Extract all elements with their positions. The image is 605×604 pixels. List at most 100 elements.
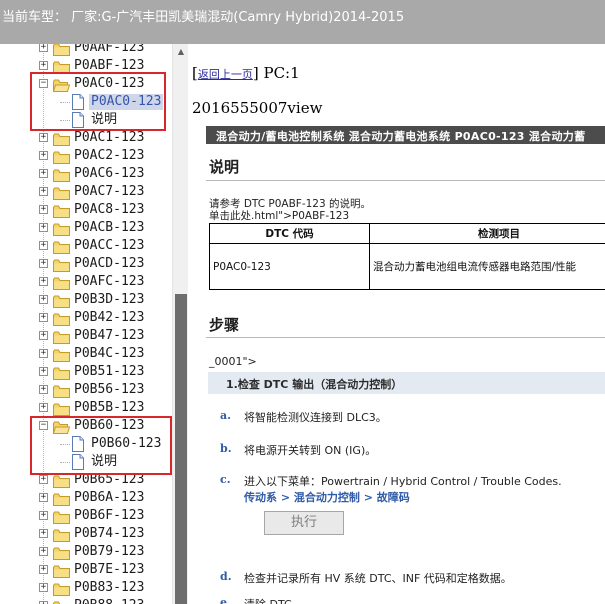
tree-folder-item[interactable]: +P0B88-123 (0, 597, 172, 604)
expand-box-icon[interactable]: + (39, 295, 48, 304)
tree-folder-item[interactable]: + P0B56-123 (0, 381, 172, 399)
tree-folder-item[interactable]: + P0AC8-123 (0, 201, 172, 219)
document-icon (71, 112, 85, 128)
expand-box-icon[interactable]: + (39, 331, 48, 340)
tree-item-label: 说明 (91, 454, 118, 469)
tree-folder-item[interactable]: + P0B51-123 (0, 363, 172, 381)
section-divider (206, 180, 605, 181)
expand-box-icon[interactable]: + (39, 565, 48, 574)
scroll-up-arrow-icon[interactable]: ▲ (173, 44, 188, 60)
tree-folder-item[interactable]: + P0AAF-123 (0, 44, 172, 57)
open-folder-icon (52, 77, 71, 92)
tree-folder-item[interactable]: + P0ABF-123 (0, 57, 172, 75)
folder-icon (53, 293, 70, 308)
detection-item-header: 检测项目 (369, 223, 605, 244)
step-text: 将电源开关转到 ON (IG)。 (244, 444, 377, 457)
tree-folder-item[interactable]: + P0AC6-123 (0, 165, 172, 183)
expand-box-icon[interactable]: + (39, 223, 48, 232)
collapse-box-icon[interactable]: − (39, 421, 48, 430)
tree-item-label: P0ACB-123 (74, 220, 145, 235)
tree-item-label: P0B83-123 (74, 580, 145, 595)
document-icon (71, 454, 85, 470)
folder-icon (53, 509, 70, 524)
tree-folder-item[interactable]: + P0AC2-123 (0, 147, 172, 165)
expand-box-icon[interactable]: + (39, 259, 48, 268)
tree-folder-item[interactable]: + P0B74-123 (0, 525, 172, 543)
tree-item-label: P0AC7-123 (74, 184, 145, 199)
expand-box-icon[interactable]: + (39, 151, 48, 160)
tree-item-label: P0B74-123 (74, 526, 145, 541)
tree-folder-item[interactable]: + P0B47-123 (0, 327, 172, 345)
folder-icon (53, 365, 70, 380)
tree-folder-item[interactable]: + P0ACB-123 (0, 219, 172, 237)
table-row: P0AC0-123 混合动力蓄电池组电流传感器电路范围/性能 (209, 243, 605, 290)
tree-folder-item[interactable]: + P0B4C-123 (0, 345, 172, 363)
folder-icon (53, 563, 70, 578)
tree-folder-item[interactable]: − P0AC0-123 (0, 75, 172, 93)
tree-folder-item[interactable]: + P0AFC-123 (0, 273, 172, 291)
collapse-box-icon[interactable]: − (39, 79, 48, 88)
tree-item-label: P0B4C-123 (74, 346, 145, 361)
step-1-bar: 1.检查 DTC 输出（混合动力控制） (208, 372, 605, 394)
tree-folder-item[interactable]: + P0B6A-123 (0, 489, 172, 507)
tree-folder-item[interactable]: + P0B79-123 (0, 543, 172, 561)
expand-box-icon[interactable]: + (39, 187, 48, 196)
tree-folder-item[interactable]: + P0B42-123 (0, 309, 172, 327)
scrollbar-thumb[interactable] (175, 294, 187, 604)
tree-folder-item[interactable]: + P0B83-123 (0, 579, 172, 597)
model-title-bar: 当前车型： 厂家:G-广汽丰田凯美瑞混动(Camry Hybrid)2014-2… (0, 0, 605, 44)
expand-box-icon[interactable]: + (39, 349, 48, 358)
tree-doc-item[interactable]: P0AC0-123 (0, 93, 172, 111)
folder-icon (53, 203, 70, 218)
tree-folder-item[interactable]: + P0AC1-123 (0, 129, 172, 147)
tree-scrollbar[interactable]: ▲ (172, 44, 188, 604)
document-icon (71, 94, 85, 110)
tree-item-label: P0B65-123 (74, 472, 145, 487)
step-letter: d. (220, 570, 232, 583)
expand-box-icon[interactable]: + (39, 475, 48, 484)
expand-box-icon[interactable]: + (39, 493, 48, 502)
expand-box-icon[interactable]: + (39, 61, 48, 70)
folder-icon (53, 599, 70, 604)
expand-box-icon[interactable]: + (39, 205, 48, 214)
tree-folder-item[interactable]: + P0B65-123 (0, 471, 172, 489)
folder-icon (53, 275, 70, 290)
tree-folder-item[interactable]: + P0AC7-123 (0, 183, 172, 201)
expand-box-icon[interactable]: + (39, 241, 48, 250)
dtc-code-header: DTC 代码 (209, 223, 370, 244)
expand-box-icon[interactable]: + (39, 529, 48, 538)
step-letter: b. (220, 442, 232, 455)
expand-box-icon[interactable]: + (39, 169, 48, 178)
expand-box-icon[interactable]: + (39, 313, 48, 322)
tree-folder-item[interactable]: + P0B5B-123 (0, 399, 172, 417)
tree-item-label: P0AFC-123 (74, 274, 145, 289)
expand-box-icon[interactable]: + (39, 511, 48, 520)
tree-folder-item[interactable]: + P0B6F-123 (0, 507, 172, 525)
tree-folder-item[interactable]: − P0B60-123 (0, 417, 172, 435)
expand-box-icon[interactable]: + (39, 277, 48, 286)
tree-guide-line (60, 120, 70, 121)
dtc-tree[interactable]: + P0AAF-123 + P0ABF-123 − P0AC0-123 P0AC0-123 说… (0, 44, 172, 604)
expand-box-icon[interactable]: + (39, 583, 48, 592)
tree-folder-item[interactable]: + P0B3D-123 (0, 291, 172, 309)
back-link[interactable]: 返回上一页 (198, 68, 253, 81)
tree-doc-item[interactable]: 说明 (0, 453, 172, 471)
tree-doc-item[interactable]: P0B60-123 (0, 435, 172, 453)
expand-box-icon[interactable]: + (39, 44, 48, 52)
tree-folder-item[interactable]: + P0ACC-123 (0, 237, 172, 255)
expand-box-icon[interactable]: + (39, 133, 48, 142)
folder-icon (53, 59, 70, 74)
step-text: 将智能检测仪连接到 DLC3。 (244, 411, 387, 424)
tree-item-label: P0B56-123 (74, 382, 145, 397)
expand-box-icon[interactable]: + (39, 403, 48, 412)
expand-box-icon[interactable]: + (39, 547, 48, 556)
expand-box-icon[interactable]: + (39, 367, 48, 376)
folder-icon (53, 185, 70, 200)
tree-item-label: P0B5B-123 (74, 400, 145, 415)
expand-box-icon[interactable]: + (39, 385, 48, 394)
execute-button[interactable]: 执行 (264, 511, 344, 535)
tree-item-label: P0B88-123 (74, 598, 144, 604)
tree-folder-item[interactable]: + P0ACD-123 (0, 255, 172, 273)
tree-doc-item[interactable]: 说明 (0, 111, 172, 129)
tree-folder-item[interactable]: + P0B7E-123 (0, 561, 172, 579)
